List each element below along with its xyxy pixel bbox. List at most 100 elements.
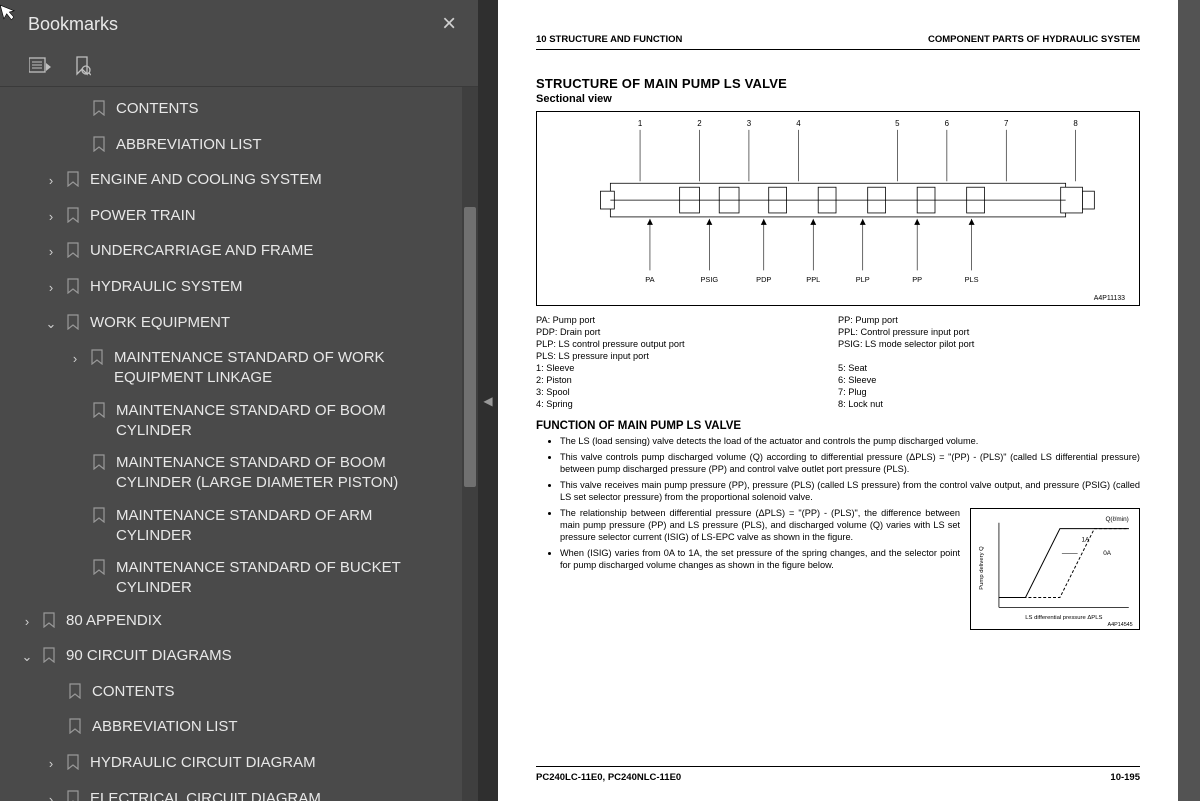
- chevron-right-icon[interactable]: ›: [40, 241, 62, 261]
- bookmark-node[interactable]: ⌄ 90 CIRCUIT DIAGRAMS: [0, 640, 474, 676]
- bookmark-node[interactable]: ABBREVIATION LIST: [0, 129, 474, 165]
- bookmark-node[interactable]: › ELECTRICAL CIRCUIT DIAGRAM: [0, 783, 474, 801]
- tree-scrollbar-track[interactable]: [462, 87, 478, 801]
- svg-text:PA: PA: [645, 275, 654, 284]
- bookmark-label[interactable]: MAINTENANCE STANDARD OF BOOM CYLINDER (L…: [110, 453, 470, 494]
- chevron-right-icon[interactable]: ›: [16, 611, 38, 631]
- bookmark-label[interactable]: MAINTENANCE STANDARD OF BUCKET CYLINDER: [110, 558, 470, 599]
- bookmark-node[interactable]: › POWER TRAIN: [0, 200, 474, 236]
- bookmark-node[interactable]: CONTENTS: [0, 676, 474, 712]
- function-bullets-upper: The LS (load sensing) valve detects the …: [536, 436, 1140, 504]
- bookmark-icon: [62, 241, 84, 265]
- sidebar-collapse-handle[interactable]: ◀: [478, 0, 498, 801]
- section-title: STRUCTURE OF MAIN PUMP LS VALVE: [536, 76, 1140, 91]
- sidebar-tools: [0, 44, 478, 87]
- port-label: PA: Pump port: [536, 314, 838, 326]
- port-label: PP: Pump port: [838, 314, 1140, 326]
- bookmark-icon: [88, 99, 110, 123]
- bookmark-icon: [64, 717, 86, 741]
- chevron-right-icon[interactable]: ›: [40, 753, 62, 773]
- bookmark-label[interactable]: HYDRAULIC SYSTEM: [84, 277, 470, 297]
- port-label: 1: Sleeve: [536, 362, 838, 374]
- svg-text:1: 1: [638, 119, 643, 128]
- bookmark-label[interactable]: WORK EQUIPMENT: [84, 313, 470, 333]
- bookmark-node[interactable]: ⌄ WORK EQUIPMENT: [0, 307, 474, 343]
- bookmark-icon: [88, 558, 110, 582]
- bookmark-node[interactable]: › HYDRAULIC CIRCUIT DIAGRAM: [0, 747, 474, 783]
- svg-text:PP: PP: [912, 275, 922, 284]
- bookmark-icon: [88, 401, 110, 425]
- chevron-right-icon[interactable]: ›: [64, 348, 86, 368]
- bookmark-tree[interactable]: CONTENTS ABBREVIATION LIST › ENGINE AND COO…: [0, 87, 478, 801]
- bookmark-label[interactable]: POWER TRAIN: [84, 206, 470, 226]
- svg-text:PLP: PLP: [856, 275, 870, 284]
- svg-text:PSIG: PSIG: [700, 275, 718, 284]
- footer-right: 10-195: [1110, 772, 1140, 783]
- port-label: 7: Plug: [838, 386, 1140, 398]
- page-viewer[interactable]: 10 STRUCTURE AND FUNCTION COMPONENT PART…: [498, 0, 1200, 801]
- svg-text:5: 5: [895, 119, 900, 128]
- svg-text:3: 3: [747, 119, 752, 128]
- svg-text:A4P14545: A4P14545: [1108, 622, 1133, 628]
- bookmark-label[interactable]: MAINTENANCE STANDARD OF WORK EQUIPMENT L…: [108, 348, 470, 389]
- bookmark-node[interactable]: › HYDRAULIC SYSTEM: [0, 271, 474, 307]
- bookmark-node[interactable]: › ENGINE AND COOLING SYSTEM: [0, 164, 474, 200]
- svg-text:PDP: PDP: [756, 275, 771, 284]
- options-icon[interactable]: [28, 54, 52, 78]
- sidebar-header: Bookmarks ×: [0, 0, 478, 44]
- bookmark-icon: [38, 646, 60, 670]
- bookmark-node[interactable]: › UNDERCARRIAGE AND FRAME: [0, 235, 474, 271]
- bookmark-node[interactable]: MAINTENANCE STANDARD OF BOOM CYLINDER: [0, 395, 474, 448]
- bookmark-node[interactable]: MAINTENANCE STANDARD OF BUCKET CYLINDER: [0, 552, 474, 605]
- bookmark-label[interactable]: CONTENTS: [110, 99, 470, 119]
- svg-text:6: 6: [945, 119, 950, 128]
- bookmark-label[interactable]: MAINTENANCE STANDARD OF BOOM CYLINDER: [110, 401, 470, 442]
- port-label: PLP: LS control pressure output port: [536, 338, 838, 350]
- svg-text:8: 8: [1073, 119, 1078, 128]
- bookmark-label[interactable]: ABBREVIATION LIST: [86, 717, 470, 737]
- chevron-right-icon[interactable]: ›: [40, 170, 62, 190]
- bookmark-node[interactable]: › 80 APPENDIX: [0, 605, 474, 641]
- bookmark-icon: [86, 348, 108, 372]
- bookmark-label[interactable]: ELECTRICAL CIRCUIT DIAGRAM: [84, 789, 470, 801]
- svg-text:2: 2: [697, 119, 701, 128]
- svg-text:1A: 1A: [1082, 536, 1091, 543]
- chevron-right-icon[interactable]: ›: [40, 789, 62, 801]
- svg-text:7: 7: [1004, 119, 1008, 128]
- function-bullet: This valve receives main pump pressure (…: [560, 480, 1140, 504]
- port-label: 3: Spool: [536, 386, 838, 398]
- svg-text:PPL: PPL: [806, 275, 820, 284]
- port-label: PPL: Control pressure input port: [838, 326, 1140, 338]
- footer-left: PC240LC-11E0, PC240NLC-11E0: [536, 772, 681, 783]
- sidebar-title: Bookmarks: [28, 14, 118, 35]
- find-bookmark-icon[interactable]: [70, 54, 94, 78]
- sectional-diagram: 12345678 PAPSIGPDPPPLPLPPPPLS A4P1: [536, 111, 1140, 306]
- bookmark-label[interactable]: UNDERCARRIAGE AND FRAME: [84, 241, 470, 261]
- bookmark-label[interactable]: MAINTENANCE STANDARD OF ARM CYLINDER: [110, 506, 470, 547]
- bookmark-node[interactable]: CONTENTS: [0, 93, 474, 129]
- chevron-right-icon[interactable]: ›: [40, 206, 62, 226]
- bookmark-label[interactable]: HYDRAULIC CIRCUIT DIAGRAM: [84, 753, 470, 773]
- bookmark-icon: [62, 206, 84, 230]
- page-footer: PC240LC-11E0, PC240NLC-11E0 10-195: [536, 772, 1140, 783]
- bookmark-node[interactable]: MAINTENANCE STANDARD OF BOOM CYLINDER (L…: [0, 447, 474, 500]
- bookmark-label[interactable]: 90 CIRCUIT DIAGRAMS: [60, 646, 470, 666]
- bookmark-label[interactable]: ABBREVIATION LIST: [110, 135, 470, 155]
- chevron-down-icon[interactable]: ⌄: [40, 313, 62, 333]
- bookmark-icon: [88, 453, 110, 477]
- port-label: [838, 350, 1140, 362]
- bookmark-label[interactable]: CONTENTS: [86, 682, 470, 702]
- bookmark-node[interactable]: MAINTENANCE STANDARD OF ARM CYLINDER: [0, 500, 474, 553]
- port-label: 8: Lock nut: [838, 398, 1140, 410]
- svg-text:Pump delivery Q: Pump delivery Q: [979, 546, 985, 590]
- close-icon[interactable]: ×: [442, 10, 462, 38]
- bookmark-icon: [62, 753, 84, 777]
- bookmark-icon: [88, 135, 110, 159]
- bookmark-node[interactable]: ABBREVIATION LIST: [0, 711, 474, 747]
- tree-scrollbar-thumb[interactable]: [464, 207, 476, 487]
- bookmark-node[interactable]: › MAINTENANCE STANDARD OF WORK EQUIPMENT …: [0, 342, 474, 395]
- bookmark-label[interactable]: ENGINE AND COOLING SYSTEM: [84, 170, 470, 190]
- bookmark-label[interactable]: 80 APPENDIX: [60, 611, 470, 631]
- chevron-right-icon[interactable]: ›: [40, 277, 62, 297]
- chevron-down-icon[interactable]: ⌄: [16, 646, 38, 666]
